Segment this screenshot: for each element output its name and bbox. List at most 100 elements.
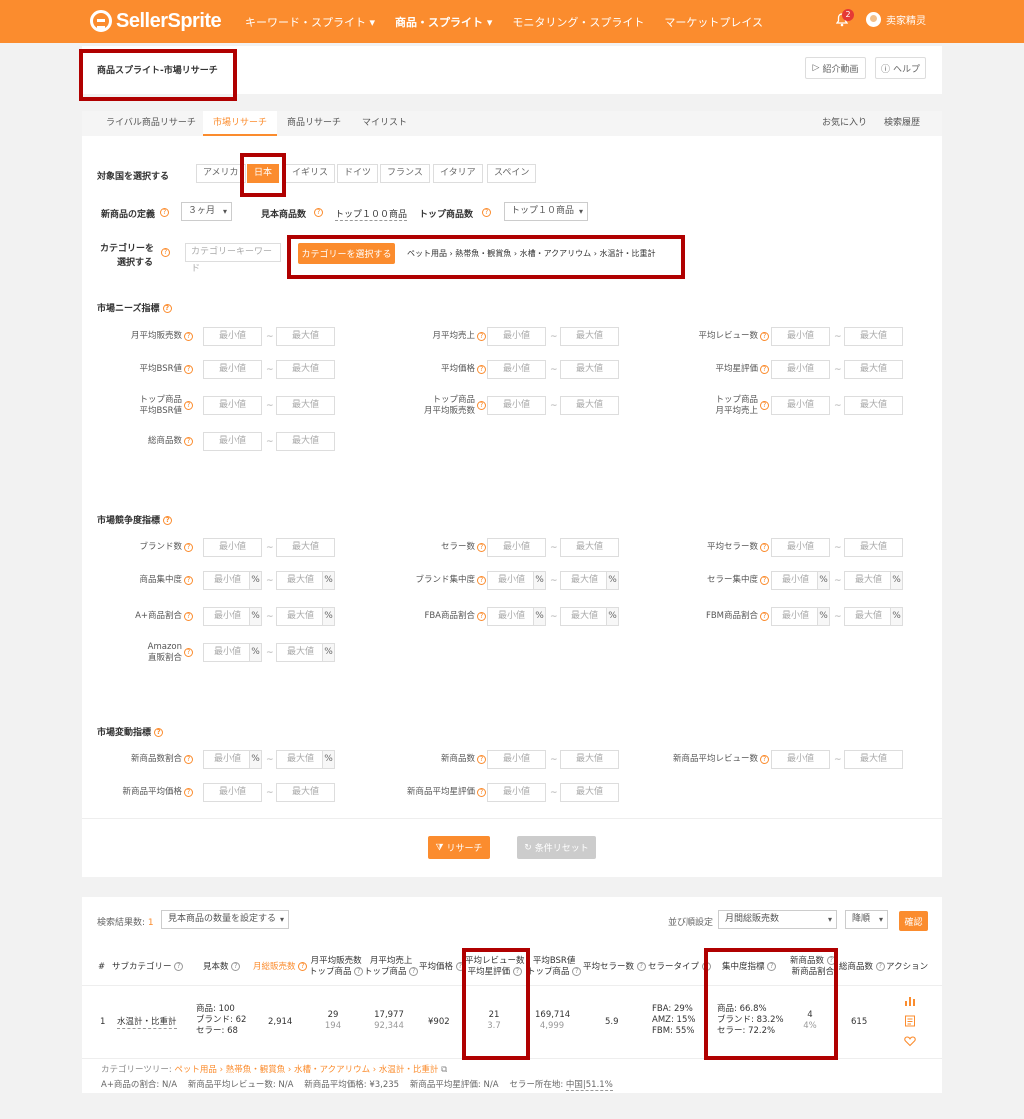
help-icon[interactable]: ? (477, 576, 486, 585)
country-fr[interactable]: フランス (380, 164, 430, 183)
max-input[interactable]: 最大値 (276, 327, 335, 346)
min-input[interactable]: 最小値 (487, 750, 546, 769)
min-input[interactable]: 最小値 (203, 538, 262, 557)
sample-value[interactable]: トップ１００商品 (335, 207, 408, 221)
help-icon[interactable]: ? (477, 788, 486, 797)
max-input[interactable]: 最大値 (844, 327, 903, 346)
max-input[interactable]: 最大値 (560, 396, 619, 415)
max-input[interactable]: 最大値 (276, 432, 335, 451)
help-icon[interactable]: ? (760, 612, 769, 621)
help-icon[interactable]: ? (161, 248, 170, 257)
help-icon[interactable]: ? (154, 728, 164, 737)
min-input[interactable]: 最小値% (203, 750, 262, 769)
max-input[interactable]: 最大値% (560, 571, 619, 590)
country-jp[interactable]: 日本 (247, 164, 280, 183)
help-icon[interactable]: ? (184, 437, 193, 446)
help-icon[interactable]: ? (160, 208, 169, 217)
help-icon[interactable]: ? (163, 516, 173, 525)
max-input[interactable]: 最大値 (844, 750, 903, 769)
chart-icon[interactable] (904, 995, 916, 1007)
help-icon[interactable]: ? (184, 788, 193, 797)
min-input[interactable]: 最小値% (487, 571, 546, 590)
max-input[interactable]: 最大値% (844, 571, 903, 590)
min-input[interactable]: 最小値% (771, 607, 830, 626)
country-de[interactable]: ドイツ (337, 164, 379, 183)
min-input[interactable]: 最小値% (203, 607, 262, 626)
help-icon[interactable]: ? (760, 401, 769, 410)
min-input[interactable]: 最小値 (203, 432, 262, 451)
help-icon[interactable]: ? (314, 208, 323, 217)
min-input[interactable]: 最小値% (487, 607, 546, 626)
max-input[interactable]: 最大値% (276, 643, 335, 662)
nav-product-sprite[interactable]: 商品・スプライト ▾ (395, 14, 492, 30)
max-input[interactable]: 最大値 (276, 538, 335, 557)
min-input[interactable]: 最小値 (203, 360, 262, 379)
sample-count-select[interactable]: 見本商品の数量を設定する (161, 910, 289, 929)
min-input[interactable]: 最小値% (203, 571, 262, 590)
min-input[interactable]: 最小値 (487, 538, 546, 557)
nav-marketplace[interactable]: マーケットプレイス (664, 14, 763, 30)
tab-market-research[interactable]: 市場リサーチ (203, 111, 278, 136)
tab-competitor-research[interactable]: ライバル商品リサーチ (96, 111, 206, 136)
min-input[interactable]: 最小値 (203, 396, 262, 415)
help-icon[interactable]: ? (477, 543, 486, 552)
min-input[interactable]: 最小値 (771, 396, 830, 415)
help-icon[interactable]: ? (184, 612, 193, 621)
country-it[interactable]: イタリア (433, 164, 483, 183)
min-input[interactable]: 最小値 (771, 327, 830, 346)
nav-keyword-sprite[interactable]: キーワード・スプライト ▾ (245, 14, 375, 30)
help-icon[interactable]: ? (184, 401, 193, 410)
min-input[interactable]: 最小値 (487, 783, 546, 802)
help-icon[interactable]: ? (184, 755, 193, 764)
col-monthly-total[interactable]: 月総販売数 ? (253, 962, 308, 973)
help-icon[interactable]: ? (477, 332, 486, 341)
max-input[interactable]: 最大値 (276, 396, 335, 415)
search-button[interactable]: ⧩ リサーチ (428, 836, 490, 859)
help-icon[interactable]: ? (477, 612, 486, 621)
help-icon[interactable]: ? (760, 332, 769, 341)
nav-monitoring-sprite[interactable]: モニタリング・スプライト (512, 14, 644, 30)
new-product-select[interactable]: ３ヶ月 (181, 202, 232, 221)
help-icon[interactable]: ? (477, 755, 486, 764)
min-input[interactable]: 最小値 (487, 327, 546, 346)
country-uk[interactable]: イギリス (285, 164, 336, 183)
max-input[interactable]: 最大値 (276, 360, 335, 379)
min-input[interactable]: 最小値% (771, 571, 830, 590)
help-icon[interactable]: ? (184, 543, 193, 552)
max-input[interactable]: 最大値% (276, 607, 335, 626)
category-keyword-input[interactable]: カテゴリーキーワード (185, 243, 281, 274)
max-input[interactable]: 最大値 (844, 396, 903, 415)
tab-my-list[interactable]: マイリスト (352, 111, 417, 136)
max-input[interactable]: 最大値% (276, 571, 335, 590)
heart-icon[interactable] (904, 1035, 916, 1047)
help-icon[interactable]: ? (477, 401, 486, 410)
help-icon[interactable]: ? (760, 755, 769, 764)
max-input[interactable]: 最大値 (560, 327, 619, 346)
min-input[interactable]: 最小値 (771, 360, 830, 379)
max-input[interactable]: 最大値 (844, 360, 903, 379)
help-icon[interactable]: ? (184, 365, 193, 374)
min-input[interactable]: 最小値 (771, 750, 830, 769)
tab-product-research[interactable]: 商品リサーチ (277, 111, 351, 136)
max-input[interactable]: 最大値 (276, 783, 335, 802)
reset-button[interactable]: ↻ 条件リセット (517, 836, 596, 859)
max-input[interactable]: 最大値 (560, 750, 619, 769)
max-input[interactable]: 最大値 (844, 538, 903, 557)
help-icon[interactable]: ? (482, 208, 491, 217)
country-us[interactable]: アメリカ (196, 164, 246, 183)
sort-select[interactable]: 月間総販売数 (718, 910, 837, 929)
min-input[interactable]: 最小値 (487, 396, 546, 415)
help-icon[interactable]: ? (477, 365, 486, 374)
help-icon[interactable]: ? (184, 576, 193, 585)
tab-favorites[interactable]: お気に入り (812, 111, 877, 136)
intro-video-button[interactable]: ▷ 紹介動画 (805, 57, 866, 79)
list-icon[interactable] (904, 1015, 916, 1027)
confirm-button[interactable]: 確認 (899, 911, 928, 931)
row-subcategory[interactable]: 水温計・比重計 (117, 1017, 177, 1029)
min-input[interactable]: 最小値% (203, 643, 262, 662)
max-input[interactable]: 最大値 (560, 783, 619, 802)
max-input[interactable]: 最大値 (560, 538, 619, 557)
top-products-select[interactable]: トップ１０商品 (504, 202, 588, 221)
min-input[interactable]: 最小値 (203, 327, 262, 346)
help-icon[interactable]: ? (162, 304, 172, 313)
